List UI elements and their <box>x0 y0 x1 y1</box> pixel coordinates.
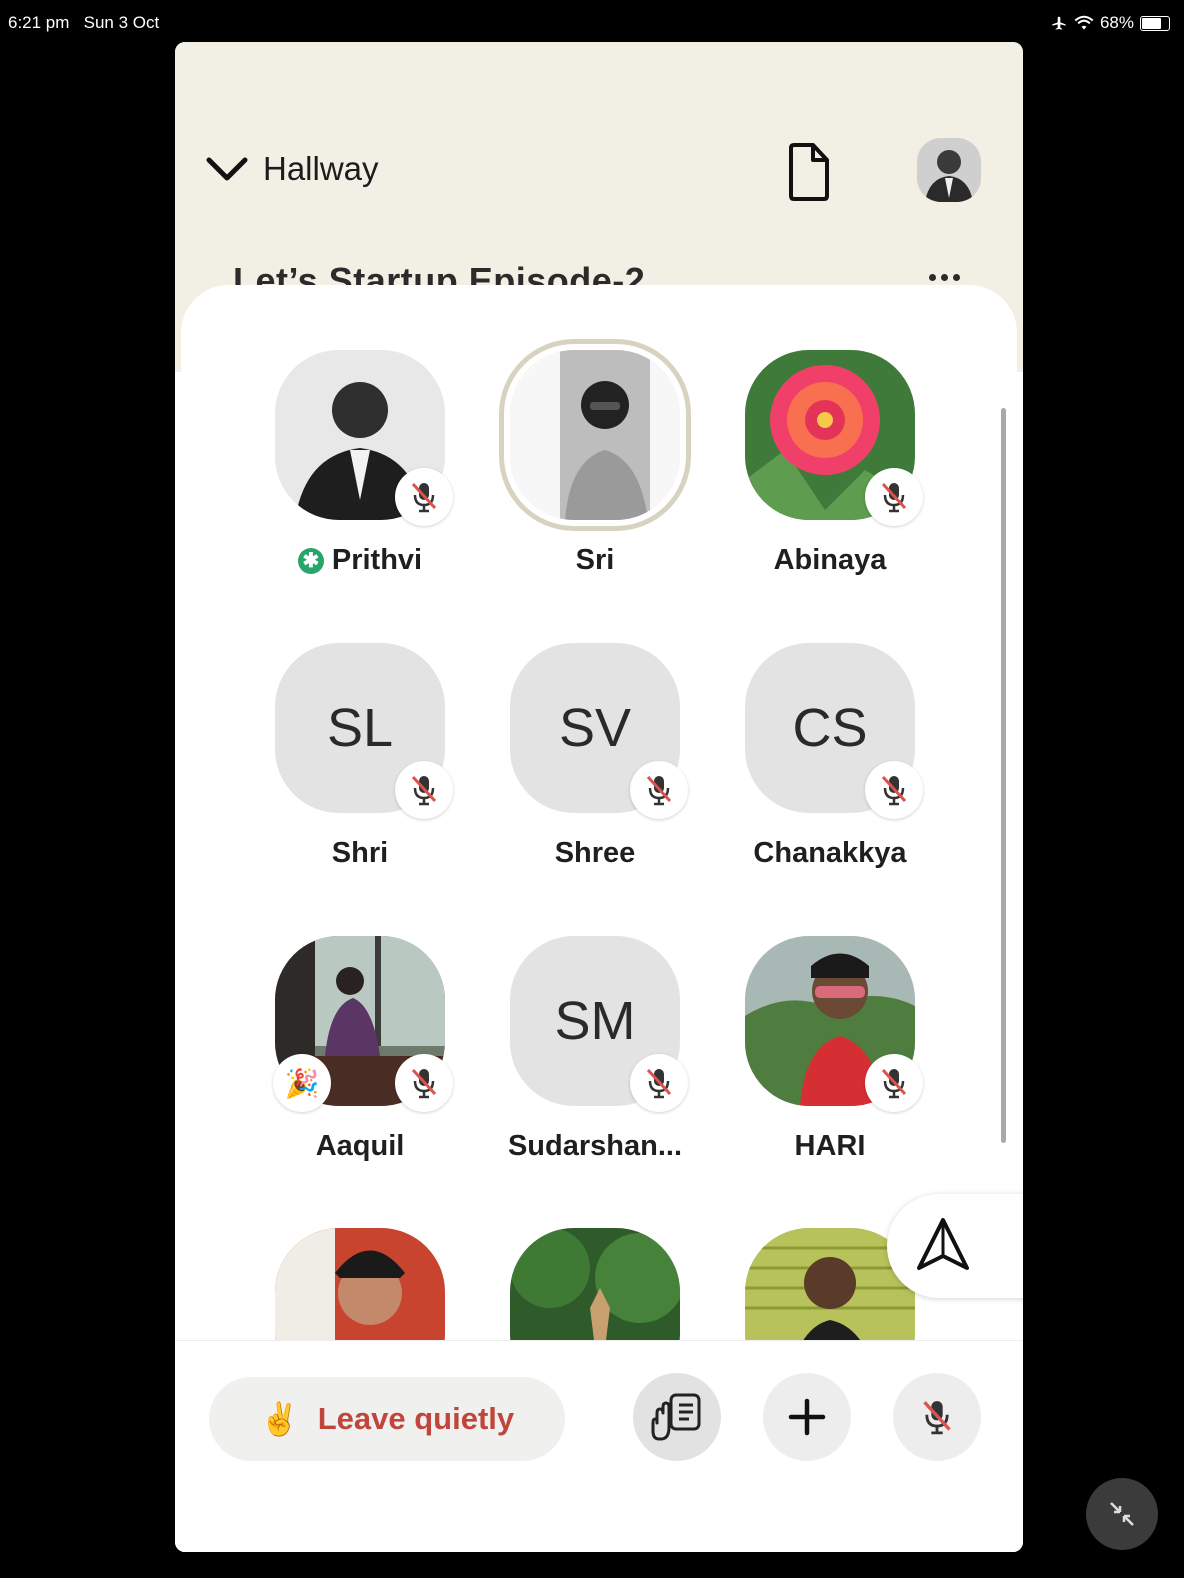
speaker-name: Sri <box>495 544 695 577</box>
mic-muted-icon <box>630 1054 688 1112</box>
bottom-bar: ✌️ Leave quietly <box>175 1340 1023 1552</box>
speaker-name: Abinaya <box>730 544 930 577</box>
mic-muted-icon <box>395 761 453 819</box>
speaker-name: Aaquil <box>260 1130 460 1163</box>
more-icon-dot <box>941 274 948 281</box>
mic-muted-icon <box>865 761 923 819</box>
more-icon-dot <box>953 274 960 281</box>
more-icon <box>929 274 936 281</box>
mic-muted-icon <box>395 468 453 526</box>
document-icon <box>789 143 829 201</box>
speaker-name: Chanakkya <box>730 837 930 870</box>
speaker-aaquil[interactable]: 🎉 Aaquil <box>260 936 460 1163</box>
minimize-icon <box>1110 1502 1134 1526</box>
party-popper-icon: 🎉 <box>273 1054 331 1112</box>
add-button[interactable] <box>763 1373 851 1461</box>
speaker-shree[interactable]: SV Shree <box>495 643 695 870</box>
speaker-name-text: HARI <box>794 1130 866 1162</box>
status-time: 6:21 pm Sun 3 Oct <box>8 13 159 33</box>
raise-hand-icon <box>651 1393 701 1441</box>
avatar-initials: SV <box>558 698 632 758</box>
peace-hand-icon: ✌️ <box>259 1400 300 1438</box>
leave-label: Leave quietly <box>317 1401 515 1436</box>
speaker-name-text: Sudarshan... <box>507 1130 683 1162</box>
leave-quietly-button[interactable]: ✌️ Leave quietly <box>209 1377 565 1461</box>
status-bar: 6:21 pm Sun 3 Oct 68% <box>0 0 1184 40</box>
speaker-hari[interactable]: HARI <box>730 936 930 1163</box>
battery-percent: 68% <box>1099 13 1134 32</box>
plus-icon <box>788 1398 826 1436</box>
avatar-initials: SL <box>326 698 394 758</box>
room-window: Hallway Let’s Startup,Episode-2 ✱ Prithv… <box>175 42 1023 1552</box>
mic-muted-icon <box>865 1054 923 1112</box>
speaker-name-text: Abinaya <box>773 544 887 576</box>
mic-toggle-button[interactable] <box>893 1373 981 1461</box>
share-icon <box>917 1218 969 1270</box>
wifi-icon <box>1074 15 1094 30</box>
speaker-name: Shree <box>495 837 695 870</box>
speaker-name: ✱ Prithvi <box>260 544 460 577</box>
time-text: 6:21 pm <box>8 13 70 32</box>
battery-icon <box>1140 15 1170 31</box>
moderator-badge-icon: ✱ <box>297 547 324 574</box>
document-button[interactable] <box>785 142 833 206</box>
scrollbar[interactable] <box>1001 408 1006 1143</box>
date-text: Sun 3 Oct <box>83 13 160 32</box>
speaker-name: Sudarshan... <box>495 1130 695 1163</box>
mic-muted-icon <box>923 1401 951 1435</box>
speaker-sudarshan[interactable]: SM Sudarshan... <box>495 936 695 1163</box>
speaker-name-text: Aaquil <box>315 1130 405 1162</box>
chevron-down-icon <box>206 157 248 181</box>
mic-muted-icon <box>630 761 688 819</box>
more-button[interactable] <box>929 274 960 281</box>
mic-muted-icon <box>395 1054 453 1112</box>
speaker-name: Shri <box>260 837 460 870</box>
avatar-initials: CS <box>792 698 868 758</box>
speaker-name-text: Shree <box>554 837 636 869</box>
avatar <box>510 350 680 520</box>
speaker-sri[interactable]: Sri <box>495 350 695 577</box>
speaker-name-text: Sri <box>575 544 615 576</box>
minimize-button[interactable] <box>1086 1478 1158 1550</box>
speaker-abinaya[interactable]: Abinaya <box>730 350 930 577</box>
airplane-icon <box>1052 16 1066 30</box>
avatar-initials: SM <box>554 991 636 1051</box>
speaker-name-text: Prithvi <box>331 544 423 576</box>
hallway-label: Hallway <box>263 150 379 187</box>
raise-hand-button[interactable] <box>633 1373 721 1461</box>
speaker-shri[interactable]: SL Shri <box>260 643 460 870</box>
speaker-chanakkya[interactable]: CS Chanakkya <box>730 643 930 870</box>
share-button[interactable] <box>887 1194 1023 1298</box>
mic-muted-icon <box>865 468 923 526</box>
speaker-name-text: Chanakkya <box>753 837 907 869</box>
avatar[interactable] <box>917 138 981 202</box>
hallway-button[interactable]: Hallway <box>205 150 379 188</box>
speaker-name: HARI <box>730 1130 930 1163</box>
speaker-prithvi[interactable]: ✱ Prithvi <box>260 350 460 577</box>
speaker-name-text: Shri <box>331 837 389 869</box>
status-indicators: 68% <box>1050 13 1170 33</box>
